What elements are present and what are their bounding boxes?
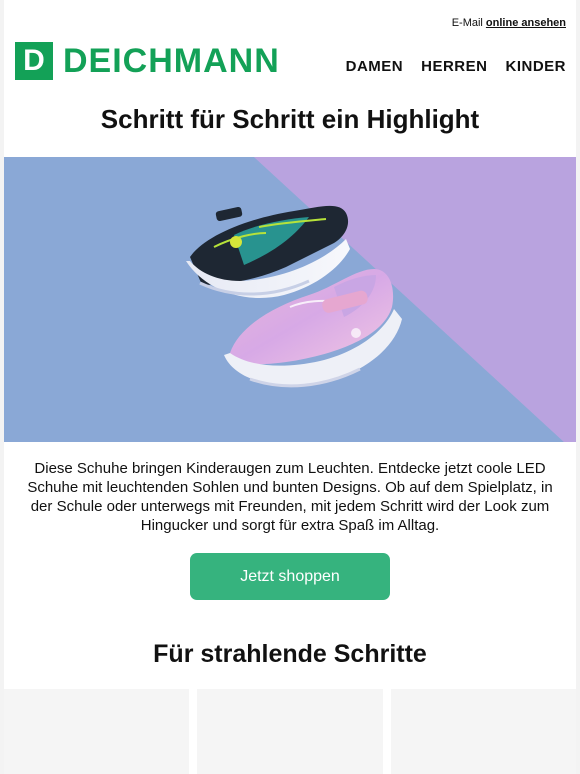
hero-illustration (4, 157, 576, 442)
email-container: E-Mail online ansehen D DEICHMANN DAMEN … (4, 0, 576, 774)
nav-item-damen[interactable]: DAMEN (346, 58, 404, 75)
view-online-link[interactable]: online ansehen (486, 17, 566, 29)
nav-item-kinder[interactable]: KINDER (505, 58, 566, 75)
page-title: Schritt für Schritt ein Highlight (100, 104, 480, 134)
product-tile[interactable] (4, 689, 190, 774)
nav-item-herren[interactable]: HERREN (421, 58, 487, 75)
logo-wordmark: DEICHMANN (63, 42, 280, 80)
preheader: E-Mail online ansehen (452, 17, 566, 29)
main-nav: DAMEN HERREN KINDER (346, 58, 566, 75)
product-tile[interactable] (390, 689, 576, 774)
logo-mark: D (15, 42, 53, 80)
intro-paragraph: Diese Schuhe bringen Kinderaugen zum Leu… (27, 460, 553, 534)
product-tiles (4, 689, 576, 774)
hero-image[interactable] (4, 157, 576, 442)
deichmann-logo[interactable]: D DEICHMANN (15, 42, 280, 80)
preheader-text: E-Mail (451, 17, 483, 29)
product-tile[interactable] (197, 689, 383, 774)
section-title: Für strahlende Schritte (153, 640, 427, 668)
shop-now-button[interactable]: Jetzt shoppen (190, 553, 390, 600)
